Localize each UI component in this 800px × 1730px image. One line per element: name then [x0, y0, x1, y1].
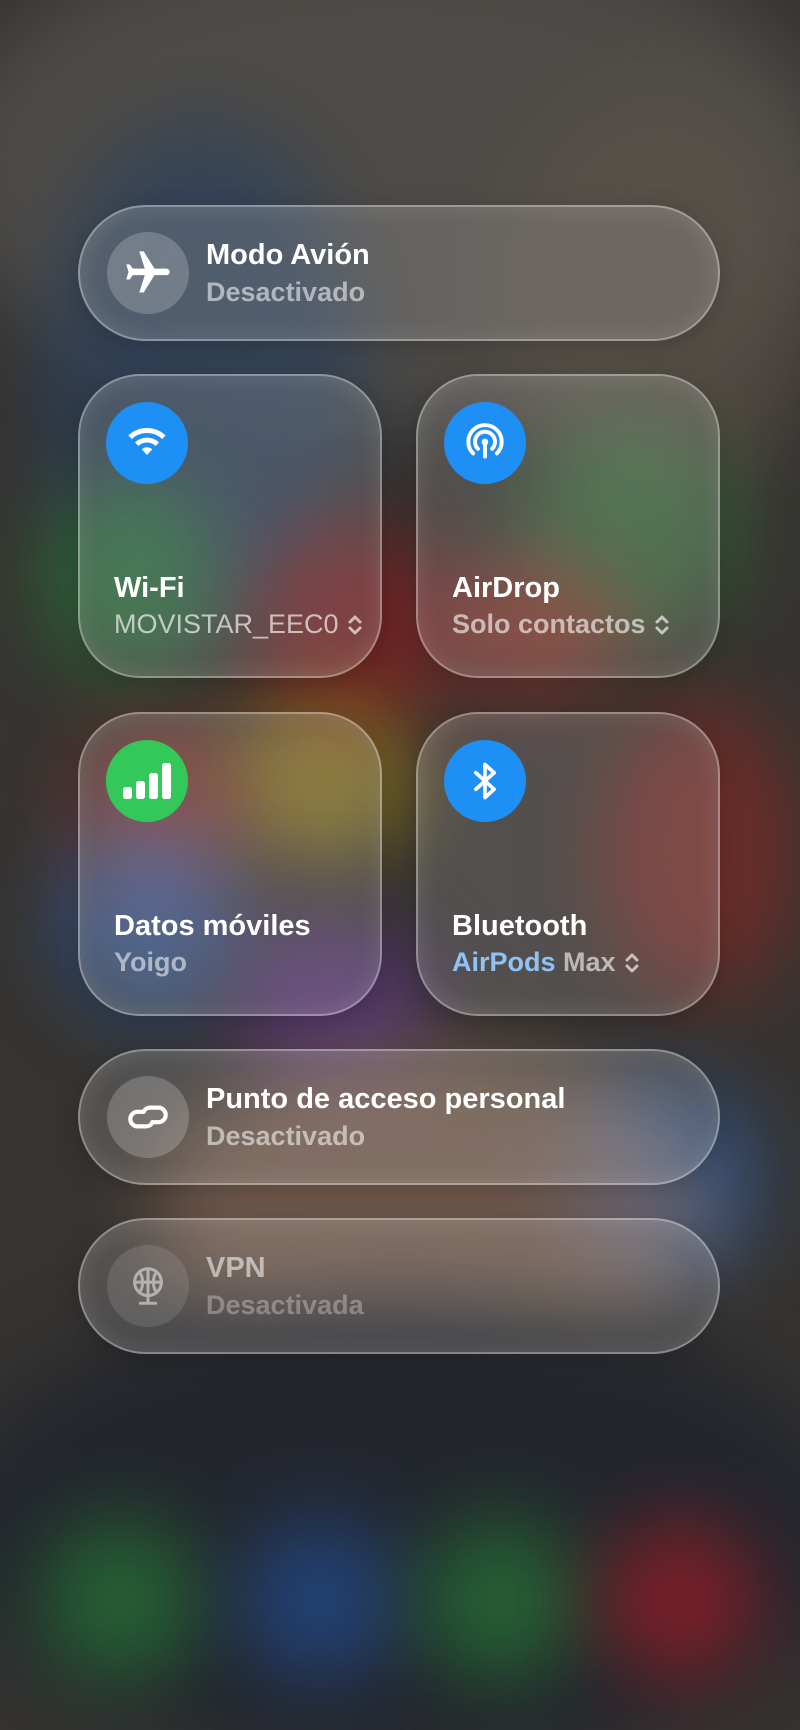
vpn-status: Desactivada: [206, 1290, 364, 1320]
vpn-toggle[interactable]: VPN Desactivada: [78, 1218, 720, 1354]
wifi-network[interactable]: MOVISTAR_EEC0: [114, 609, 363, 640]
airdrop-tile[interactable]: AirDrop Solo contactos: [416, 374, 720, 678]
wifi-icon: [106, 402, 188, 484]
vpn-title: VPN: [206, 1252, 266, 1284]
airplane-mode-toggle[interactable]: Modo Avión Desactivado: [78, 205, 720, 341]
bluetooth-tile[interactable]: Bluetooth AirPods Max: [416, 712, 720, 1016]
wifi-tile[interactable]: Wi-Fi MOVISTAR_EEC0: [78, 374, 382, 678]
cellular-signal-icon: [106, 740, 188, 822]
chevron-updown-icon: [625, 953, 639, 972]
hotspot-status: Desactivado: [206, 1121, 366, 1151]
bluetooth-icon: [444, 740, 526, 822]
hotspot-link-icon: [107, 1076, 189, 1158]
airdrop-mode[interactable]: Solo contactos: [452, 609, 670, 640]
airplane-icon: [107, 232, 189, 314]
hotspot-title: Punto de acceso personal: [206, 1083, 566, 1115]
vpn-globe-icon: [107, 1245, 189, 1327]
cellular-title: Datos móviles: [114, 910, 311, 942]
chevron-updown-icon: [655, 615, 669, 634]
airplane-mode-status: Desactivado: [206, 277, 366, 307]
cellular-data-tile[interactable]: Datos móviles Yoigo: [78, 712, 382, 1016]
bluetooth-device-name: AirPods Max: [452, 947, 616, 977]
wifi-title: Wi-Fi: [114, 572, 185, 604]
personal-hotspot-toggle[interactable]: Punto de acceso personal Desactivado: [78, 1049, 720, 1185]
chevron-updown-icon: [348, 615, 362, 634]
airdrop-icon: [444, 402, 526, 484]
airdrop-title: AirDrop: [452, 572, 560, 604]
wifi-network-name: MOVISTAR_EEC0: [114, 609, 339, 639]
airdrop-mode-label: Solo contactos: [452, 609, 646, 639]
cellular-carrier: Yoigo: [114, 947, 187, 977]
bluetooth-device[interactable]: AirPods Max: [452, 947, 640, 978]
airplane-mode-title: Modo Avión: [206, 239, 370, 271]
bluetooth-title: Bluetooth: [452, 910, 588, 942]
